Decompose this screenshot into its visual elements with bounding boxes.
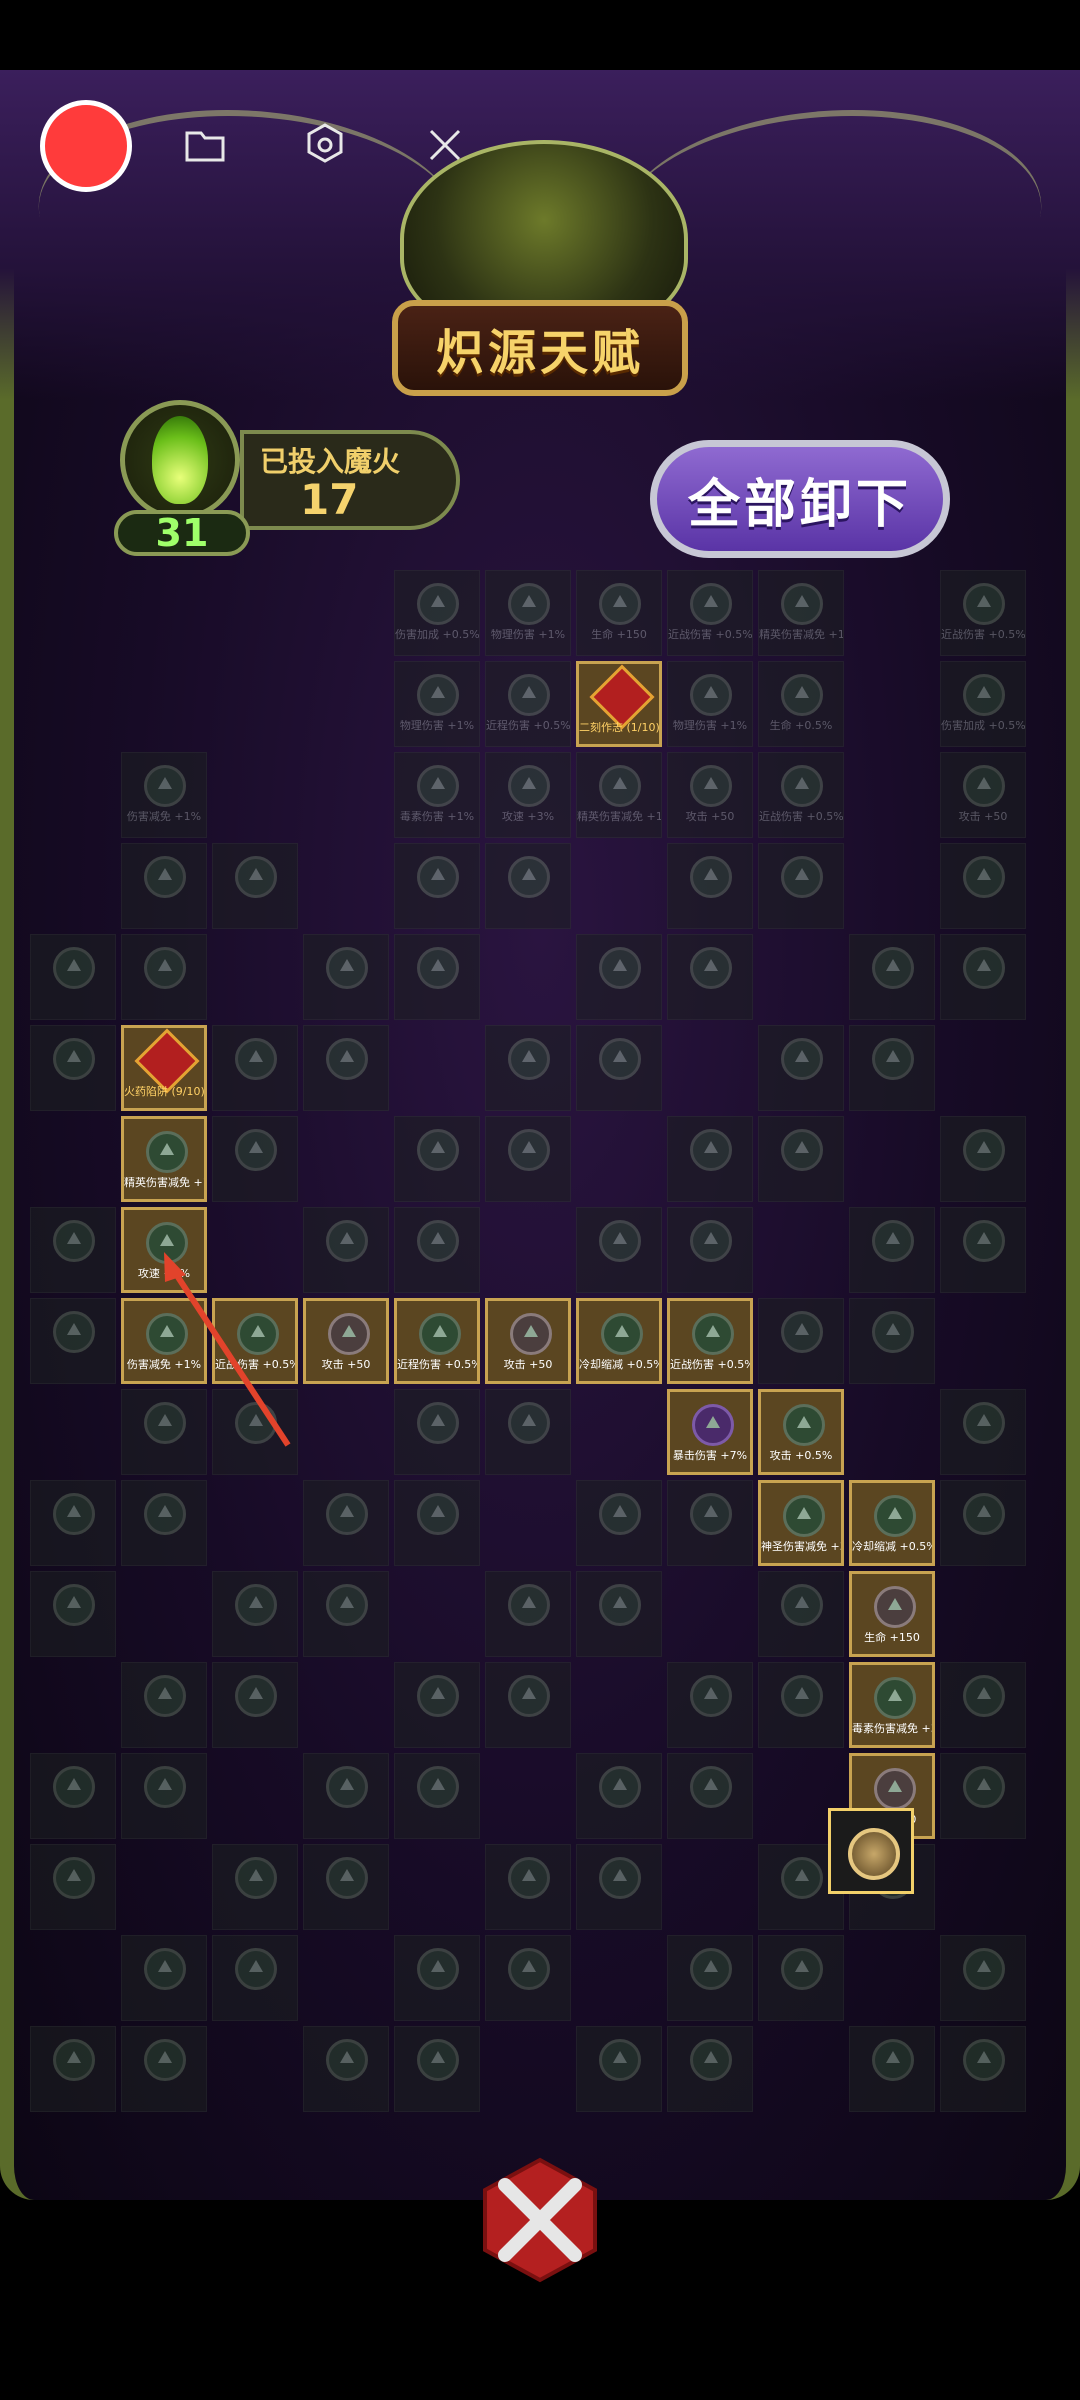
pointer-arrow-icon <box>164 1252 291 1447</box>
exit-icon[interactable] <box>470 2150 610 2290</box>
game-screen: 炽源天赋 已投入魔火 17 31 全部卸下 伤害加成 +0.5% 物理伤害 +1%… <box>0 0 1080 2400</box>
